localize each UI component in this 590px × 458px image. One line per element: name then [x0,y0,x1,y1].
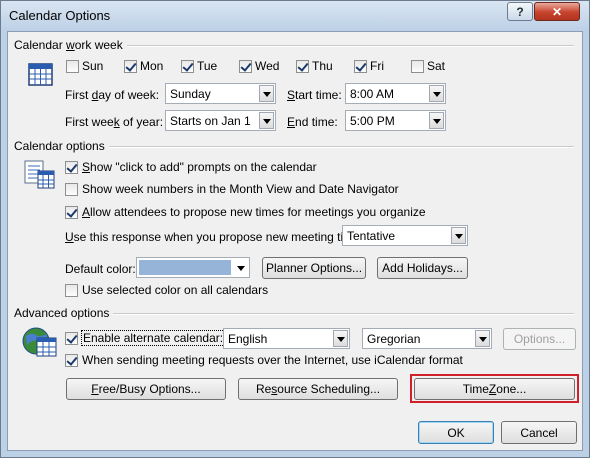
day-label-sun: Sun [82,59,104,73]
first-week-select[interactable]: Starts on Jan 1 [165,110,276,131]
end-time-value: 5:00 PM [350,114,395,128]
time-zone-highlight [410,374,579,403]
calendar-list-icon [24,160,55,189]
help-button[interactable]: ? [507,2,533,21]
resource-scheduling-button[interactable]: Re s ource Scheduling... [238,378,398,400]
calendar-grid-icon [28,63,53,86]
language-value: English [228,332,268,346]
week-numbers-checkbox[interactable] [65,183,78,196]
day-checkbox-sun[interactable] [66,60,79,73]
dialog-body: Calendar work week Sun Mon Tue Wed Thu Fri Sat… [7,31,583,451]
click-to-add-label: Show "click to add" prompts on the calen… [82,160,317,174]
day-label-mon: Mon [140,59,164,73]
default-color-picker[interactable] [136,257,250,278]
first-week-label: First week of year: [65,115,164,129]
first-day-select[interactable]: Sunday [165,83,276,104]
first-day-value: Sunday [170,87,211,101]
chevron-down-icon[interactable] [475,330,490,347]
end-time-label: End time: [287,115,338,129]
chevron-down-icon[interactable] [237,266,245,271]
alternate-calendar-type-select[interactable]: Gregorian [362,328,492,349]
advanced-section-title: Advanced options [14,306,114,320]
chevron-down-icon[interactable] [429,85,444,102]
chevron-down-icon[interactable] [333,330,348,347]
color-swatch [139,260,231,275]
work-week-section-title: Calendar work week [14,38,127,52]
chevron-down-icon[interactable] [259,112,274,129]
globe-calendar-icon [22,327,57,357]
response-select[interactable]: Tentative [342,225,468,246]
help-icon: ? [516,4,524,19]
free-busy-options-button[interactable]: Free/Busy Options... [66,378,226,400]
click-to-add-checkbox[interactable] [65,161,78,174]
chevron-down-icon[interactable] [451,227,466,244]
start-time-value: 8:00 AM [350,87,395,101]
use-selected-color-checkbox[interactable] [65,284,78,297]
calendar-options-section-title: Calendar options [14,139,109,153]
icalendar-label: When sending meeting requests over the I… [82,353,463,367]
day-checkbox-wed[interactable] [239,60,252,73]
use-selected-color-label: Use selected color on all calendars [82,283,269,297]
week-numbers-label: Show week numbers in the Month View and … [82,182,399,196]
response-label: Use this response when you propose new m… [65,230,370,244]
chevron-down-icon[interactable] [259,85,274,102]
alternate-options-button[interactable]: Options... [503,328,576,350]
alternate-calendar-checkbox[interactable] [65,332,78,345]
ok-button[interactable]: OK [418,421,494,444]
day-label-sat: Sat [427,59,446,73]
window-title: Calendar Options [9,8,111,23]
day-checkbox-sat[interactable] [411,60,424,73]
day-label-fri: Fri [370,59,384,73]
day-label-wed: Wed [255,59,280,73]
response-value: Tentative [347,229,396,243]
day-checkbox-mon[interactable] [124,60,137,73]
add-holidays-button[interactable]: Add Holidays... [377,257,468,279]
first-week-value: Starts on Jan 1 [170,114,251,128]
end-time-select[interactable]: 5:00 PM [345,110,446,131]
start-time-select[interactable]: 8:00 AM [345,83,446,104]
day-checkbox-fri[interactable] [354,60,367,73]
allow-propose-checkbox[interactable] [65,206,78,219]
day-checkbox-thu[interactable] [296,60,309,73]
title-bar[interactable]: Calendar Options ? ✕ [1,1,589,31]
icalendar-checkbox[interactable] [65,354,78,367]
calendar-type-value: Gregorian [367,332,421,346]
start-time-label: Start time: [287,88,342,102]
cancel-button[interactable]: Cancel [501,421,577,444]
chevron-down-icon[interactable] [429,112,444,129]
day-checkbox-tue[interactable] [181,60,194,73]
alternate-language-select[interactable]: English [223,328,350,349]
first-day-label: First day of week: [65,88,160,102]
default-color-label: Default color: [65,262,136,276]
day-label-tue: Tue [197,59,218,73]
allow-propose-label: Allow attendees to propose new times for… [82,205,426,219]
calendar-options-window: Calendar Options ? ✕ Calendar work week … [0,0,590,458]
day-label-thu: Thu [312,59,333,73]
alternate-calendar-label: Enable alternate calendar: [81,330,226,346]
close-button[interactable]: ✕ [534,2,580,21]
planner-options-button[interactable]: Planner Options... [262,257,366,279]
close-icon: ✕ [551,4,563,19]
